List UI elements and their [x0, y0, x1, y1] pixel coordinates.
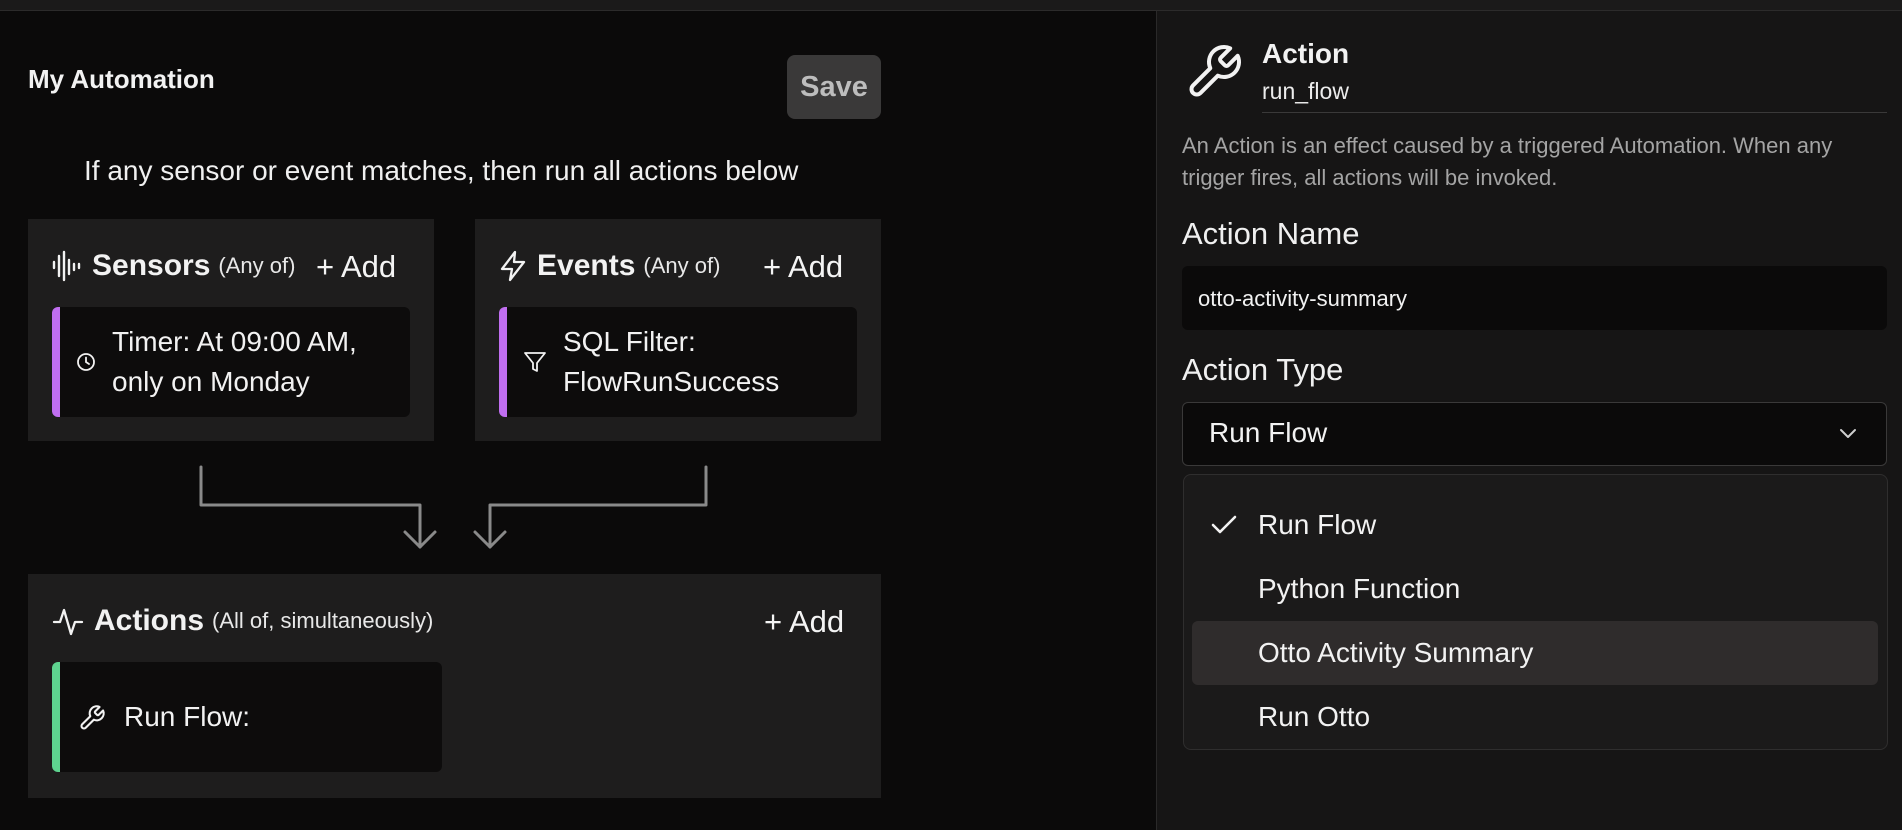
menu-option-label: Otto Activity Summary — [1258, 637, 1534, 668]
action-card-label: Run Flow: — [124, 701, 251, 732]
action-type-value: Run Flow — [1209, 417, 1328, 448]
check-icon — [1210, 513, 1238, 542]
description-line1: An Action is an effect caused by a trigg… — [1182, 133, 1833, 158]
menu-option-label: Python Function — [1258, 573, 1461, 604]
events-qualifier: (Any of) — [643, 253, 721, 278]
actions-qualifier: (All of, simultaneously) — [212, 608, 434, 633]
detail-title: Action — [1262, 38, 1350, 69]
action-type-menu: Run Flow Python Function Otto Activity S… — [1183, 474, 1888, 750]
chevron-down-icon — [1836, 421, 1860, 450]
automation-title: My Automation — [28, 64, 215, 94]
event-card-line1: SQL Filter: — [563, 326, 696, 357]
action-name-field[interactable]: otto-activity-summary — [1182, 266, 1887, 330]
sensors-qualifier: (Any of) — [218, 253, 296, 278]
actions-title: Actions — [94, 604, 205, 637]
description-line2: trigger fires, all actions will be invok… — [1182, 165, 1558, 190]
sensor-accent-bar — [52, 307, 60, 417]
sensor-card-line1: Timer: At 09:00 AM, — [112, 326, 357, 357]
divider — [1262, 112, 1887, 113]
lightning-icon — [499, 250, 527, 282]
add-event-button[interactable]: + Add — [763, 249, 843, 285]
action-type-select[interactable]: Run Flow — [1182, 402, 1887, 466]
events-title: Events — [537, 249, 636, 282]
menu-option-otto-activity-summary[interactable]: Otto Activity Summary — [1192, 621, 1878, 685]
filter-icon — [523, 350, 547, 374]
add-sensor-button[interactable]: + Add — [316, 249, 396, 285]
menu-option-run-otto[interactable]: Run Otto — [1192, 685, 1878, 749]
sensors-title: Sensors — [92, 249, 211, 282]
action-accent-bar — [52, 662, 60, 772]
action-name-label: Action Name — [1182, 216, 1360, 251]
menu-option-run-flow[interactable]: Run Flow — [1192, 493, 1878, 557]
wrench-icon — [78, 704, 106, 732]
menu-option-python-function[interactable]: Python Function — [1192, 557, 1878, 621]
sensors-panel: Sensors (Any of) + Add Timer: At 09:00 A… — [28, 219, 434, 441]
add-action-button[interactable]: + Add — [764, 604, 844, 640]
sensor-card-line2: only on Monday — [112, 366, 310, 397]
wrench-icon — [1184, 42, 1244, 107]
actions-panel: Actions (All of, simultaneously) + Add R… — [28, 574, 881, 798]
event-accent-bar — [499, 307, 507, 417]
action-type-label: Action Type — [1182, 352, 1344, 387]
events-panel: Events (Any of) + Add SQL Filter: FlowRu… — [475, 219, 881, 441]
waveform-icon — [52, 250, 82, 282]
clock-icon — [76, 352, 96, 372]
action-name-value: otto-activity-summary — [1198, 286, 1408, 311]
save-button[interactable]: Save — [787, 55, 881, 119]
event-card[interactable]: SQL Filter: FlowRunSuccess — [499, 307, 857, 417]
top-bar — [0, 0, 1902, 11]
menu-option-label: Run Flow — [1258, 509, 1377, 540]
detail-subtitle: run_flow — [1262, 78, 1349, 104]
detail-description: An Action is an effect caused by a trigg… — [1182, 130, 1882, 194]
flow-connector — [199, 465, 708, 549]
automation-subtitle: If any sensor or event matches, then run… — [84, 155, 799, 186]
activity-icon — [52, 606, 84, 636]
menu-option-label: Run Otto — [1258, 701, 1371, 732]
action-card[interactable]: Run Flow: — [52, 662, 442, 772]
event-card-line2: FlowRunSuccess — [563, 366, 780, 397]
sensor-card[interactable]: Timer: At 09:00 AM, only on Monday — [52, 307, 410, 417]
